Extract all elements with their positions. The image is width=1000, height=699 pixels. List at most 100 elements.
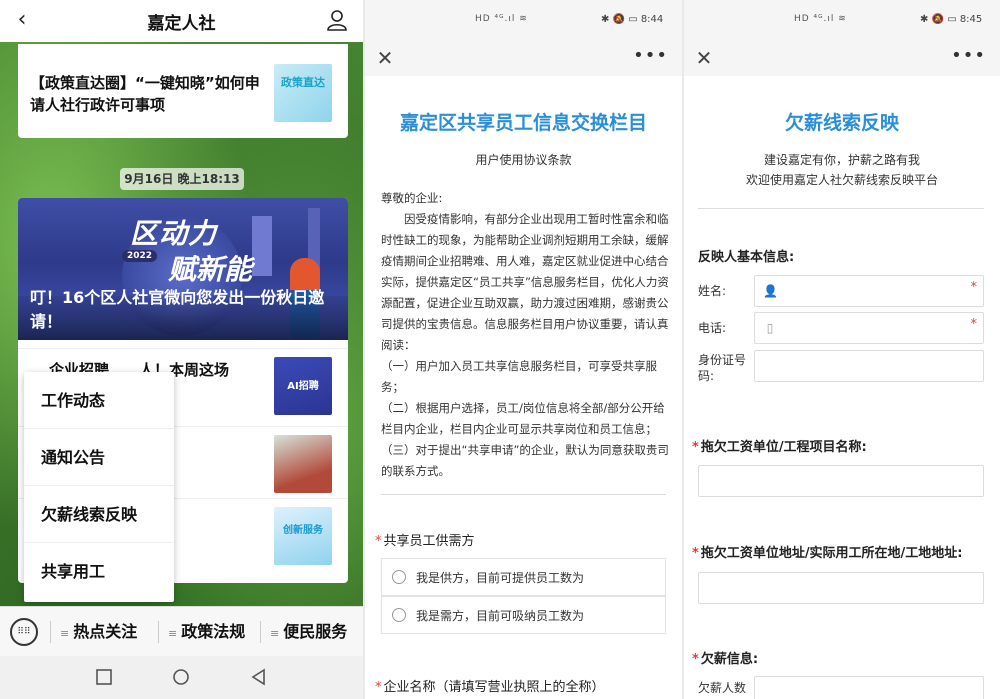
list-item-thumbnail xyxy=(274,435,332,493)
top-bar: ‹ 嘉定人社 xyxy=(0,0,363,42)
agreement-item: （二）根据用户选择，员工/岗位信息将全部/部分公开给栏目内企业，栏目内企业可显示… xyxy=(381,401,665,436)
menu-icon: ≡ xyxy=(270,627,280,640)
user-icon[interactable] xyxy=(325,8,349,32)
banner-slogan-1: 区动力 xyxy=(130,217,218,250)
divider xyxy=(381,494,666,495)
triangle-back-icon[interactable] xyxy=(250,668,268,686)
article-banner[interactable]: 区动力 2022 赋新能 叮！16个区人社官微向您发出一份秋日邀请！ xyxy=(18,198,348,340)
banner-slogan-2: 赋新能 xyxy=(168,253,253,286)
section-title: 反映人基本信息: xyxy=(698,250,795,265)
menu-item-notices[interactable]: 通知公告 xyxy=(24,429,174,486)
page-subtitle: 建设嘉定有你，护薪之路有我 xyxy=(763,153,920,167)
more-icon[interactable]: ••• xyxy=(951,42,986,70)
page-subtitle: 欢迎使用嘉定人社欠薪线索反映平台 xyxy=(745,173,938,187)
required-marker: * xyxy=(692,652,699,667)
keyboard-icon[interactable]: ⠿⠿ xyxy=(10,618,38,646)
article-thumbnail: 政策直达 xyxy=(274,64,332,122)
wage-arrears-form-panel: HD ⁴ᴳ.ıl ≋ ✱ 🔕 ▭ 8:45 ✕ ••• 欠薪线索反映 建设嘉定有… xyxy=(684,0,1000,699)
question-text: 拖欠工资单位地址/实际用工所在地/工地地址: xyxy=(700,546,963,561)
app-bar: ✕ ••• xyxy=(365,42,682,76)
tab-label: 便民服务 xyxy=(283,622,348,641)
tab-label: 政策法规 xyxy=(181,622,246,641)
thumbnail-text: 政策直达 xyxy=(281,76,325,89)
radio-button[interactable] xyxy=(392,570,406,584)
app-bar: ✕ ••• xyxy=(684,42,1000,76)
tab-policies[interactable]: ≡ 政策法规 xyxy=(168,607,245,657)
bottom-menu-bar: ⠿⠿ ≡ 热点关注 ≡ 政策法规 ≡ 便民服务 xyxy=(0,606,363,656)
article-card[interactable]: 【政策直达圈】“一键知晓”如何申请人社行政许可事项 政策直达 xyxy=(18,44,348,138)
list-item-thumbnail: AI招聘 xyxy=(274,357,332,415)
shared-employee-form-panel: HD ⁴ᴳ.ıl ≋ ✱ 🔕 ▭ 8:44 ✕ ••• 嘉定区共享员工信息交换栏… xyxy=(365,0,682,699)
option-label: 我是需方，目前可吸纳员工数为 xyxy=(416,609,585,623)
tab-label: 热点关注 xyxy=(73,622,138,641)
circle-icon[interactable] xyxy=(172,668,190,686)
required-marker: * xyxy=(692,546,699,561)
page-title: 嘉定人社 xyxy=(147,13,216,34)
agreement-item: （三）对于提出“共享申请”的企业，默认为同意获取贵司的联系方式。 xyxy=(381,443,669,478)
agreement-text: 尊敬的企业: 因受疫情影响，有部分企业出现用工暂时性富余和临时性缺工的现象，为能… xyxy=(381,188,671,482)
radio-option-demander[interactable]: 我是需方，目前可吸纳员工数为 xyxy=(381,596,666,634)
question-label: * 拖欠工资单位/工程项目名称: xyxy=(692,436,867,455)
field-label: 欠薪人数 xyxy=(698,681,747,695)
thumbnail-text: AI招聘 xyxy=(287,381,319,392)
menu-icon: ≡ xyxy=(60,627,70,640)
divider xyxy=(698,208,984,209)
idcard-field[interactable] xyxy=(754,350,984,382)
person-icon: 👤 xyxy=(763,284,778,298)
employer-name-field[interactable] xyxy=(698,465,984,497)
page-title: 欠薪线索反映 xyxy=(784,112,899,134)
more-icon[interactable]: ••• xyxy=(633,42,668,70)
question-text: 拖欠工资单位/工程项目名称: xyxy=(700,440,867,455)
tab-services[interactable]: ≡ 便民服务 xyxy=(270,607,347,657)
required-marker: * xyxy=(375,680,382,695)
close-icon[interactable]: ✕ xyxy=(692,44,716,72)
status-bar: HD ⁴ᴳ.ıl ≋ ✱ 🔕 ▭ 8:45 xyxy=(684,0,1000,42)
field-label: 电话: xyxy=(698,321,727,335)
field-label: 姓名: xyxy=(698,284,727,298)
banner-headline: 叮！16个区人社官微向您发出一份秋日邀请！ xyxy=(30,288,325,331)
question-label: * 企业名称（请填写营业执照上的全称） xyxy=(375,676,605,695)
square-icon[interactable] xyxy=(95,668,113,686)
article-title: 【政策直达圈】“一键知晓”如何申请人社行政许可事项 xyxy=(30,74,260,114)
chevron-left-icon[interactable]: ‹ xyxy=(10,6,34,34)
tab-hot-topics[interactable]: ≡ 热点关注 xyxy=(60,607,137,657)
status-right: ✱ 🔕 ▭ 8:44 xyxy=(601,14,664,25)
arrears-count-field[interactable] xyxy=(754,676,984,699)
wechat-account-panel: ‹ 嘉定人社 【政策直达圈】“一键知晓”如何申请人社行政许可事项 政策直达 9月… xyxy=(0,0,363,699)
menu-item-shared-employment[interactable]: 共享用工 xyxy=(24,543,174,600)
radio-option-supplier[interactable]: 我是供方，目前可提供员工数为 xyxy=(381,558,666,596)
time-badge: 9月16日 晚上18:13 xyxy=(120,168,244,190)
status-bar: HD ⁴ᴳ.ıl ≋ ✱ 🔕 ▭ 8:44 xyxy=(365,0,682,42)
banner-year: 2022 xyxy=(122,250,158,262)
thumbnail-text: 创新服务 xyxy=(283,525,323,536)
question-label: * 拖欠工资单位地址/实际用工所在地/工地地址: xyxy=(692,542,963,561)
divider xyxy=(158,621,159,643)
phone-field[interactable]: ▯ * xyxy=(754,312,984,344)
menu-item-wage-arrears[interactable]: 欠薪线索反映 xyxy=(24,486,174,543)
field-label: 身份证号码: xyxy=(698,353,747,383)
required-marker: * xyxy=(970,317,978,332)
required-marker: * xyxy=(375,534,382,549)
question-text: 企业名称（请填写营业执照上的全称） xyxy=(383,680,605,695)
list-item-thumbnail: 创新服务 xyxy=(274,507,332,565)
name-field[interactable]: 👤 * xyxy=(754,275,984,307)
status-right: ✱ 🔕 ▭ 8:45 xyxy=(920,14,983,25)
radio-button[interactable] xyxy=(392,608,406,622)
section-title: * 欠薪信息: xyxy=(692,648,758,667)
divider xyxy=(50,621,51,643)
page-subtitle: 用户使用协议条款 xyxy=(475,153,572,167)
popup-menu: 工作动态 通知公告 欠薪线索反映 共享用工 xyxy=(24,372,174,602)
banner-building xyxy=(252,216,272,276)
employer-address-field[interactable] xyxy=(698,572,984,604)
phone-icon: ▯ xyxy=(766,321,774,335)
agreement-paragraph: 因受疫情影响，有部分企业出现用工暂时性富余和临时性缺工的现象，为能帮助企业调剂短… xyxy=(381,212,669,352)
signal-indicator: HD ⁴ᴳ.ıl ≋ xyxy=(475,14,528,24)
required-marker: * xyxy=(692,440,699,455)
menu-icon: ≡ xyxy=(168,627,178,640)
agreement-greeting: 尊敬的企业: xyxy=(381,191,443,205)
close-icon[interactable]: ✕ xyxy=(373,44,397,72)
agreement-item: （一）用户加入员工共享信息服务栏目，可享受共享服务； xyxy=(381,359,657,394)
menu-item-work-news[interactable]: 工作动态 xyxy=(24,372,174,429)
section-text: 欠薪信息: xyxy=(700,652,759,667)
question-label: * 共享员工供需方 xyxy=(375,530,475,549)
